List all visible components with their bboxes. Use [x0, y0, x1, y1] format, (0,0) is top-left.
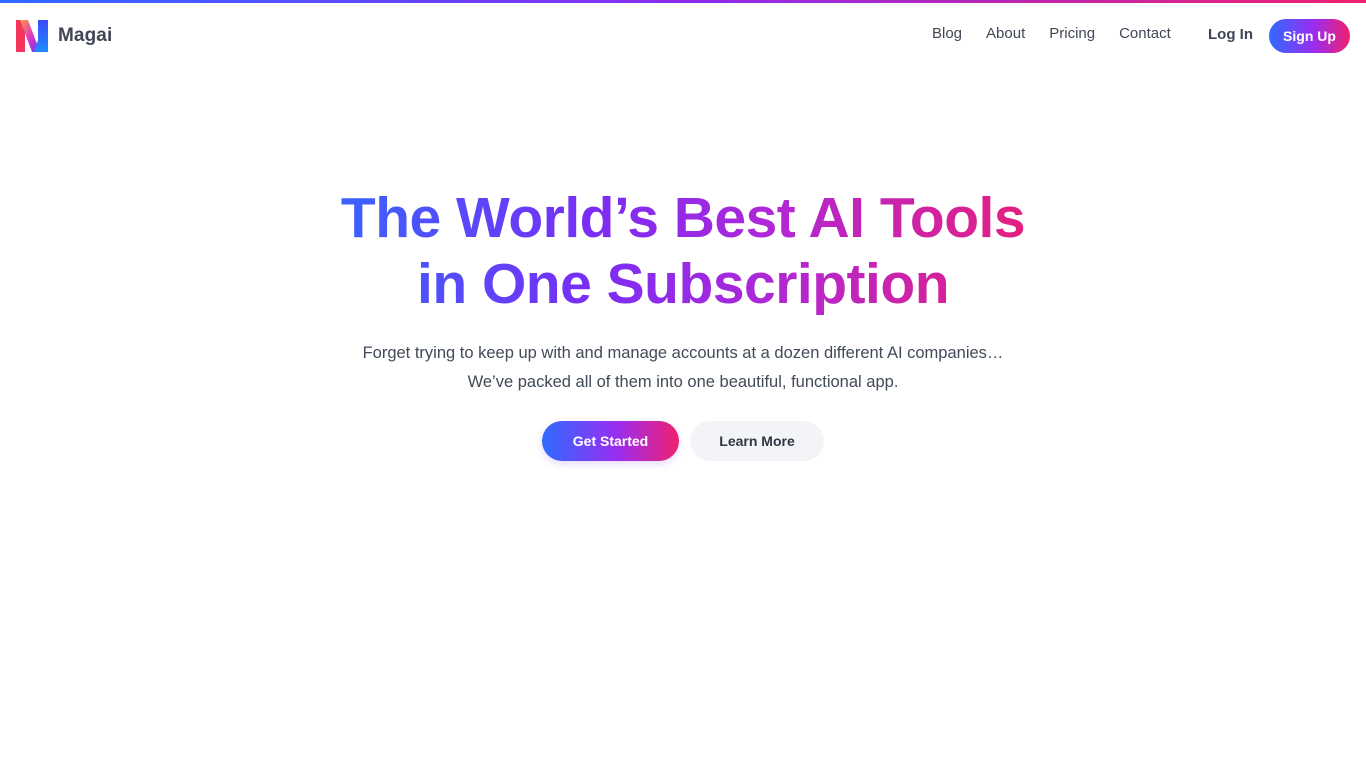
nav-link-pricing[interactable]: Pricing [1049, 25, 1095, 42]
hero-actions: Get Started Learn More [0, 421, 1366, 461]
hero-subtitle-line-2: We’ve packed all of them into one beauti… [467, 373, 899, 391]
primary-nav: Blog About Pricing Contact [920, 25, 1183, 42]
nav-link-blog[interactable]: Blog [932, 25, 962, 42]
nav-link-contact[interactable]: Contact [1119, 25, 1171, 42]
login-link[interactable]: Log In [1208, 26, 1253, 43]
hero-subtitle-line-1: Forget trying to keep up with and manage… [362, 344, 1004, 362]
site-header: Magai Blog About Pricing Contact Log In … [0, 3, 1366, 69]
hero-subtitle: Forget trying to keep up with and manage… [303, 339, 1063, 397]
magai-logo-icon [16, 20, 48, 52]
brand-home-link[interactable]: Magai [16, 20, 112, 52]
nav-link-about[interactable]: About [986, 25, 1025, 42]
signup-button[interactable]: Sign Up [1269, 19, 1350, 53]
learn-more-button[interactable]: Learn More [690, 421, 824, 461]
brand-name: Magai [58, 25, 113, 46]
hero-section: The World’s Best AI Tools in One Subscri… [0, 185, 1366, 461]
hero-title-line-2: in One Subscription [416, 252, 950, 316]
get-started-button[interactable]: Get Started [542, 421, 679, 461]
hero-title: The World’s Best AI Tools in One Subscri… [303, 185, 1063, 317]
hero-title-line-1: The World’s Best AI Tools [340, 186, 1026, 250]
